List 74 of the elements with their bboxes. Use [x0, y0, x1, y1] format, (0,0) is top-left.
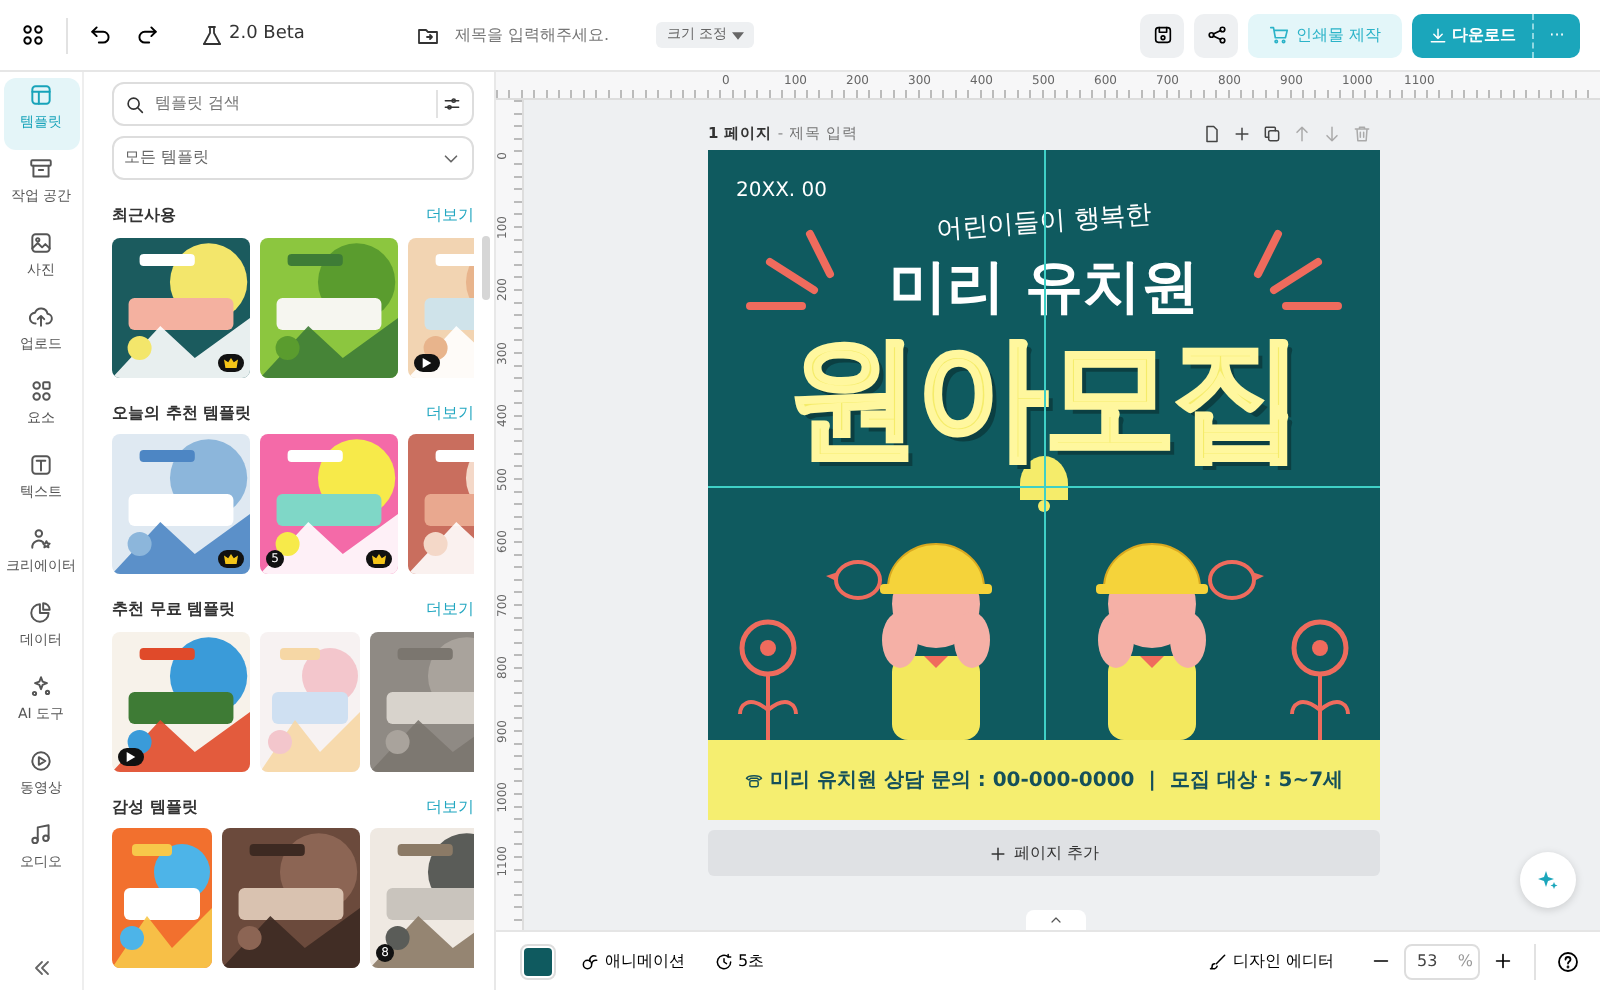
flask-icon — [200, 23, 224, 47]
plus-icon — [988, 843, 1009, 863]
redo-icon — [134, 22, 160, 48]
add-page-button[interactable]: 페이지 추가 — [708, 830, 1380, 876]
crown-icon — [366, 550, 392, 568]
beta-version-button[interactable]: 2.0 Beta — [200, 21, 305, 49]
chevron-up-icon — [1048, 912, 1064, 928]
contact-text: 미리 유치원 상담 문의 : 00-000-0000 | 모집 대상 : 5~7세 — [769, 767, 1344, 795]
search-bar[interactable]: 템플릿 검색 — [112, 82, 474, 126]
copy-icon — [1262, 123, 1282, 143]
crown-icon — [218, 550, 244, 568]
folder-icon[interactable] — [416, 23, 441, 47]
share-icon — [1205, 24, 1228, 46]
zoom-in-button[interactable] — [1492, 950, 1514, 972]
animation-button[interactable]: 애니메이션 — [580, 949, 685, 973]
page-icon — [1202, 123, 1222, 143]
section-title: 감성 템플릿 — [112, 795, 198, 819]
add-button[interactable] — [1232, 123, 1252, 143]
double-chevron-left-icon — [29, 956, 53, 980]
section-title: 최근사용 — [112, 204, 176, 228]
text-icon — [28, 451, 54, 477]
help-button[interactable] — [1556, 949, 1580, 973]
arrow-down-icon — [1322, 123, 1342, 143]
template-search-field[interactable]: 템플릿 검색 — [151, 90, 391, 118]
music-note-icon — [28, 821, 54, 847]
section-title: 오늘의 추천 템플릿 — [112, 401, 252, 425]
filter-icon[interactable] — [442, 94, 462, 114]
search-icon — [124, 93, 146, 115]
redo-button[interactable] — [134, 22, 160, 48]
duration-button[interactable]: 5초 — [713, 949, 765, 973]
brush-icon — [1207, 951, 1228, 971]
title-text: 미리 유치원 — [888, 250, 1200, 324]
duplicate-page-button[interactable] — [1262, 123, 1282, 143]
person-star-icon — [28, 525, 54, 551]
headline-text: 원아모집 — [788, 326, 1300, 472]
image-icon — [28, 229, 54, 255]
share-button[interactable] — [1194, 13, 1239, 57]
save-icon — [1151, 24, 1174, 46]
undo-icon — [88, 22, 114, 48]
template-icon — [28, 81, 54, 107]
collapse-sidebar-button[interactable] — [29, 956, 53, 980]
caret-icon — [732, 31, 745, 39]
cart-icon — [1268, 24, 1291, 46]
grid-icon — [20, 22, 46, 48]
design-editor-button[interactable]: 디자인 에디터 — [1207, 949, 1334, 973]
play-circle-icon — [28, 747, 54, 773]
sparkle-icon — [1536, 868, 1560, 892]
title-input-field[interactable]: 제목을 입력해주세요. — [450, 21, 647, 49]
plus-icon — [1492, 950, 1514, 972]
help-icon — [1556, 949, 1580, 973]
download-icon — [1427, 25, 1447, 45]
save-button[interactable] — [1140, 13, 1185, 57]
template-category-dropdown[interactable]: 모든 템플릿 — [112, 136, 474, 180]
design-page[interactable]: 20XX. 00 어린이들이 행복한 미리 유치원 원아모집 미리 유치원 상담 문의 : 00-000-0000 | 모집 대상 : 5~7세 — [708, 150, 1380, 820]
apps-menu-button[interactable] — [20, 22, 46, 48]
pie-chart-icon — [28, 599, 54, 625]
tagline-text: 어린이들이 행복한 — [934, 198, 1154, 250]
undo-button[interactable] — [88, 22, 114, 48]
timer-icon — [713, 951, 733, 971]
background-color-swatch[interactable] — [524, 947, 552, 975]
phone-icon — [744, 770, 765, 790]
new-page-button[interactable] — [1202, 123, 1222, 143]
section-title: 추천 무료 템플릿 — [112, 598, 236, 622]
arrow-up-icon — [1292, 123, 1312, 143]
date-text: 20XX. 00 — [736, 178, 828, 206]
shapes-icon — [28, 377, 54, 403]
plus-icon — [1232, 123, 1252, 143]
zoom-field[interactable]: 53 % — [1404, 943, 1480, 979]
cloud-upload-icon — [28, 303, 54, 329]
archive-box-icon — [28, 155, 54, 181]
sparkle-icon — [28, 673, 54, 699]
trash-icon — [1352, 123, 1372, 143]
scrollbar[interactable] — [482, 236, 490, 300]
animation-icon — [580, 951, 600, 971]
